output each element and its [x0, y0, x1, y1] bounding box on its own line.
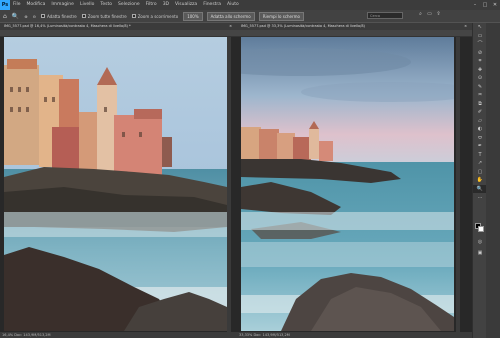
pen-tool-icon[interactable]: ✒ [473, 142, 487, 151]
top-icons: ⌕ ▭ ⇪ [416, 11, 443, 17]
close-tab-icon[interactable]: × [464, 23, 467, 30]
menu-livello[interactable]: Livello [77, 0, 97, 10]
menu-visualizza[interactable]: Visualizza [172, 0, 200, 10]
scrubby-zoom-checkbox[interactable]: Zoom a scorrimento [131, 13, 179, 19]
panel-dock [486, 23, 500, 338]
menu-modifica[interactable]: Modifica [24, 0, 49, 10]
checkbox-icon [131, 14, 136, 18]
zoom-in-icon[interactable]: ⊕ [24, 14, 27, 19]
close-button[interactable]: ✕ [490, 2, 500, 8]
vertical-scrollbar[interactable] [456, 37, 460, 332]
checkbox-icon [81, 14, 86, 18]
document-tab-title: IMG_5577.psd @ 16,4% (Luminosità/contras… [4, 24, 131, 28]
options-bar: ⌂ 🔍 ⊕ ⊖ Adatta finestre Zoom tutte fines… [0, 10, 500, 22]
healing-brush-tool-icon[interactable]: ⊙ [473, 74, 487, 83]
search-icon[interactable]: ⌕ [416, 11, 425, 17]
scrubby-zoom-label: Zoom a scorrimento [137, 13, 179, 19]
zoom-tool-icon[interactable]: 🔍 [12, 13, 19, 20]
maximize-button[interactable]: □ [480, 2, 490, 8]
close-tab-icon[interactable]: × [229, 23, 232, 30]
menu-file[interactable]: File [10, 0, 24, 10]
search-input[interactable]: Cerca [367, 12, 403, 19]
document-tab[interactable]: IMG_5577.psd @ 16,4% (Luminosità/contras… [0, 23, 237, 30]
blur-tool-icon[interactable]: ⬭ [473, 134, 487, 143]
background-color-swatch[interactable] [478, 226, 484, 232]
zoom-100-button[interactable]: 100% [183, 11, 203, 21]
crop-tool-icon[interactable]: ⌗ [473, 57, 487, 66]
menu-3d[interactable]: 3D [160, 0, 172, 10]
fit-windows-checkbox[interactable]: Adatta finestre [41, 14, 77, 19]
dodge-tool-icon[interactable]: ◐ [473, 125, 487, 134]
document-tab-title: IMG_5577.psd @ 33,3% (Luminosità/contras… [241, 24, 365, 28]
status-bar: 33,33% Doc: 143,9M/513,2M [237, 332, 472, 338]
move-tool-icon[interactable]: ↖ [473, 23, 487, 32]
type-tool-icon[interactable]: T [473, 151, 487, 160]
seascape-image [241, 37, 454, 331]
menu-bar: Ps File Modifica Immagine Livello Testo … [0, 0, 500, 10]
eraser-tool-icon[interactable]: ✐ [473, 108, 487, 117]
ruler [237, 30, 472, 37]
photoshop-logo[interactable]: Ps [0, 0, 10, 10]
rectangle-tool-icon[interactable]: ▢ [473, 168, 487, 177]
document-tab[interactable]: IMG_5577.psd @ 33,3% (Luminosità/contras… [237, 23, 472, 30]
menu-immagine[interactable]: Immagine [48, 0, 77, 10]
gradient-tool-icon[interactable]: ▱ [473, 117, 487, 126]
menu-selezione[interactable]: Selezione [115, 0, 143, 10]
screen-mode-icon[interactable]: ▣ [473, 249, 487, 258]
tools-panel: ↖ ▭ ⌒ ⊘ ⌗ ✚ ⊙ ✎ ♒ ⧉ ✐ ▱ ◐ ⬭ ✒ T ↗ ▢ ✋ 🔍 … [472, 23, 487, 338]
clone-stamp-tool-icon[interactable]: ♒ [473, 91, 487, 100]
status-bar: 16,4% Doc: 143,9M/513,2M [0, 332, 237, 338]
image-canvas[interactable] [4, 37, 227, 331]
fit-windows-label: Adatta finestre [47, 13, 77, 19]
vertical-scrollbar[interactable] [227, 37, 231, 332]
zoom-all-label: Zoom tutte finestre [87, 13, 127, 19]
checkbox-icon [41, 14, 46, 18]
workspace-icon[interactable]: ▭ [425, 11, 434, 17]
document-window-right: IMG_5577.psd @ 33,3% (Luminosità/contras… [237, 23, 472, 338]
home-icon[interactable]: ⌂ [3, 13, 7, 20]
image-canvas[interactable] [241, 37, 454, 331]
eyedropper-tool-icon[interactable]: ✚ [473, 66, 487, 75]
fill-screen-button[interactable]: Riempi lo schermo [258, 11, 304, 21]
menu-filtro[interactable]: Filtro [143, 0, 160, 10]
lasso-tool-icon[interactable]: ⌒ [473, 40, 487, 49]
zoom-all-checkbox[interactable]: Zoom tutte finestre [81, 13, 127, 19]
menu-finestra[interactable]: Finestra [200, 0, 224, 10]
zoom-out-icon[interactable]: ⊖ [33, 14, 36, 19]
history-brush-tool-icon[interactable]: ⧉ [473, 100, 487, 109]
path-selection-tool-icon[interactable]: ↗ [473, 159, 487, 168]
document-window-left: IMG_5577.psd @ 16,4% (Luminosità/contras… [0, 23, 237, 338]
menu-aiuto[interactable]: Aiuto [224, 0, 242, 10]
share-icon[interactable]: ⇪ [434, 11, 443, 17]
more-tools-icon[interactable]: … [473, 193, 487, 202]
window-controls: – □ ✕ [470, 2, 500, 8]
quick-mask-icon[interactable]: ◎ [473, 238, 487, 247]
quick-selection-tool-icon[interactable]: ⊘ [473, 49, 487, 58]
menu-testo[interactable]: Testo [97, 0, 115, 10]
zoom-tool-icon[interactable]: 🔍 [473, 184, 487, 193]
coastal-village-image [4, 37, 227, 331]
fit-screen-button[interactable]: Adatta allo schermo [206, 11, 255, 21]
brush-tool-icon[interactable]: ✎ [473, 83, 487, 92]
hand-tool-icon[interactable]: ✋ [473, 176, 487, 185]
minimize-button[interactable]: – [470, 2, 480, 8]
ruler [0, 30, 237, 37]
marquee-tool-icon[interactable]: ▭ [473, 32, 487, 41]
